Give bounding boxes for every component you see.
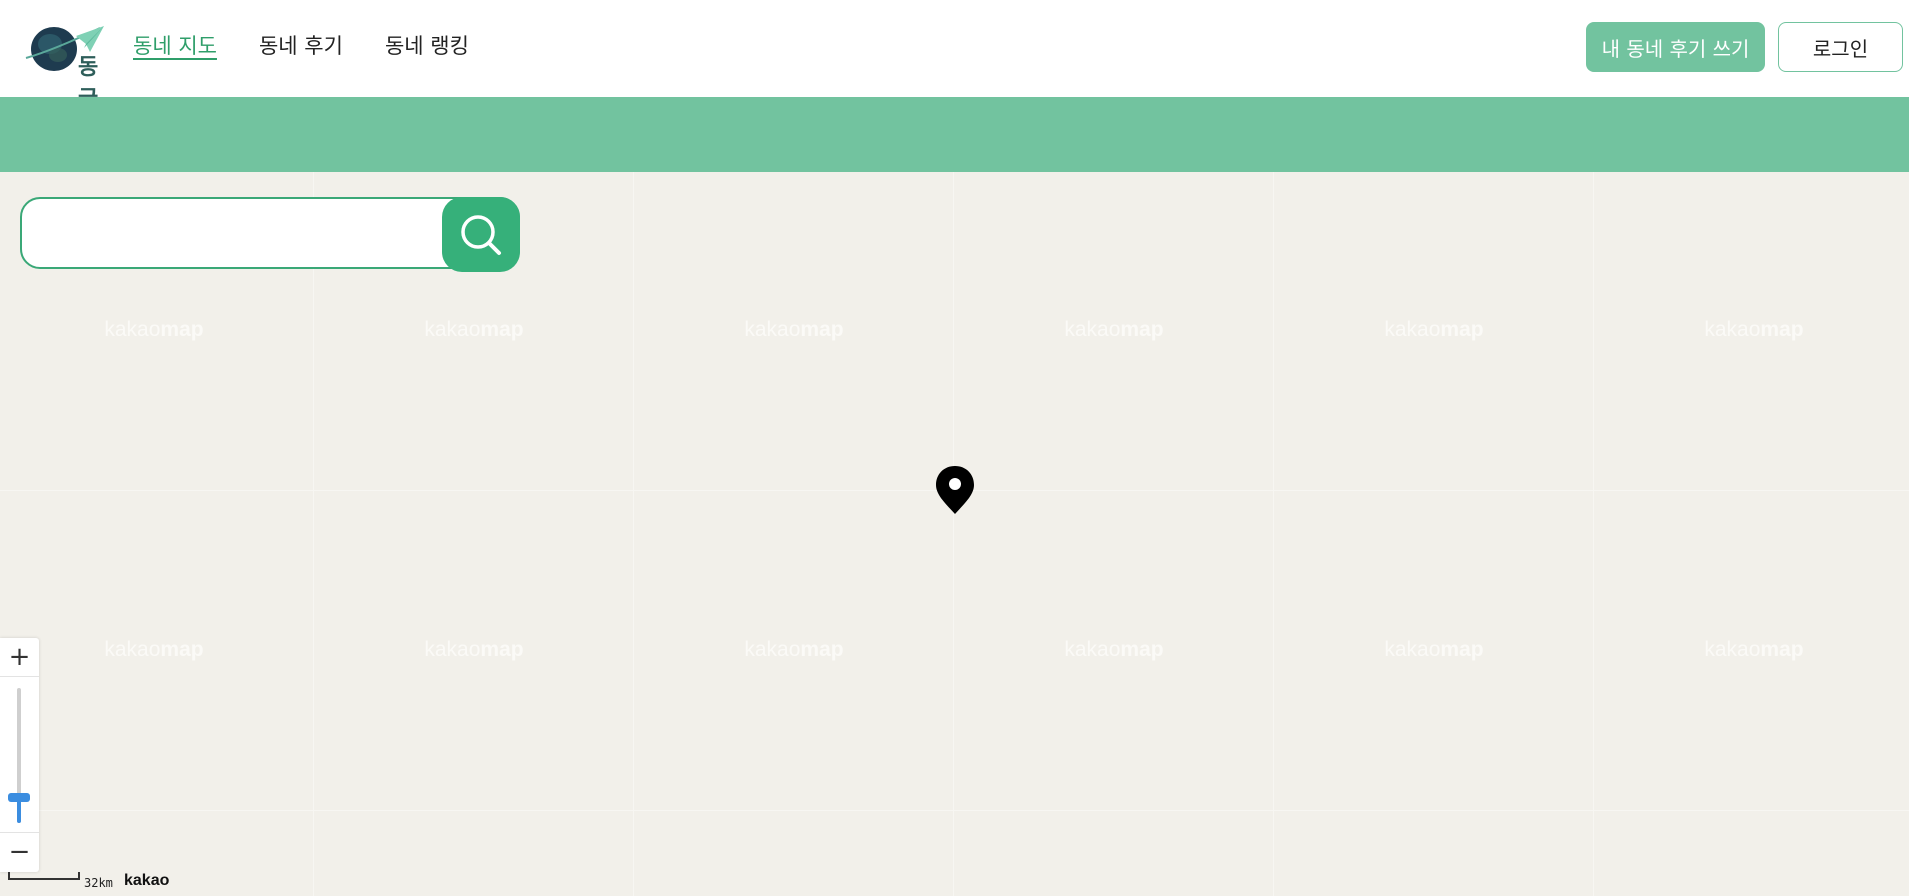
map[interactable]: kakaomap kakaomap kakaomap kakaomap kaka… [0,172,1909,896]
map-tile-line [313,172,314,896]
zoom-control: + − [0,638,39,872]
search-button[interactable] [442,197,520,272]
nav-link-neighborhood-map[interactable]: 동네 지도 [133,30,217,60]
map-watermark: kakaomap [1704,638,1804,661]
map-provider-logo[interactable]: kakao [124,872,169,890]
map-tile-line [1273,172,1274,896]
map-watermark: kakaomap [104,318,204,341]
map-scale-bar [8,872,80,880]
map-tile-line [0,810,1909,811]
header: 동글 동네 지도 동네 후기 동네 랭킹 내 동네 후기 쓰기 로그인 [0,0,1909,112]
location-pin-icon[interactable] [934,464,976,516]
zoom-in-button[interactable]: + [0,638,39,677]
login-button[interactable]: 로그인 [1778,22,1903,72]
map-watermark: kakaomap [1384,638,1484,661]
logo[interactable]: 동글 [24,22,116,112]
map-watermark: kakaomap [1384,318,1484,341]
nav-link-neighborhood-ranking[interactable]: 동네 랭킹 [385,30,469,60]
map-watermark: kakaomap [104,638,204,661]
zoom-slider-handle[interactable] [8,793,30,802]
map-watermark: kakaomap [1704,318,1804,341]
map-tile-line [633,172,634,896]
nav-link-neighborhood-reviews[interactable]: 동네 후기 [259,30,343,60]
map-watermark: kakaomap [1064,638,1164,661]
write-review-button[interactable]: 내 동네 후기 쓰기 [1586,22,1765,72]
map-watermark: kakaomap [1064,318,1164,341]
map-watermark: kakaomap [744,318,844,341]
map-tile-line [953,172,954,896]
zoom-out-button[interactable]: − [0,832,39,871]
map-watermark: kakaomap [424,638,524,661]
map-watermark: kakaomap [424,318,524,341]
search-icon [461,214,501,255]
map-tile-line [1593,172,1594,896]
search-input[interactable] [40,199,444,267]
banner [0,97,1909,172]
map-watermark: kakaomap [744,638,844,661]
map-scale-label: 32km [84,876,113,890]
main-nav: 동네 지도 동네 후기 동네 랭킹 [133,30,511,60]
